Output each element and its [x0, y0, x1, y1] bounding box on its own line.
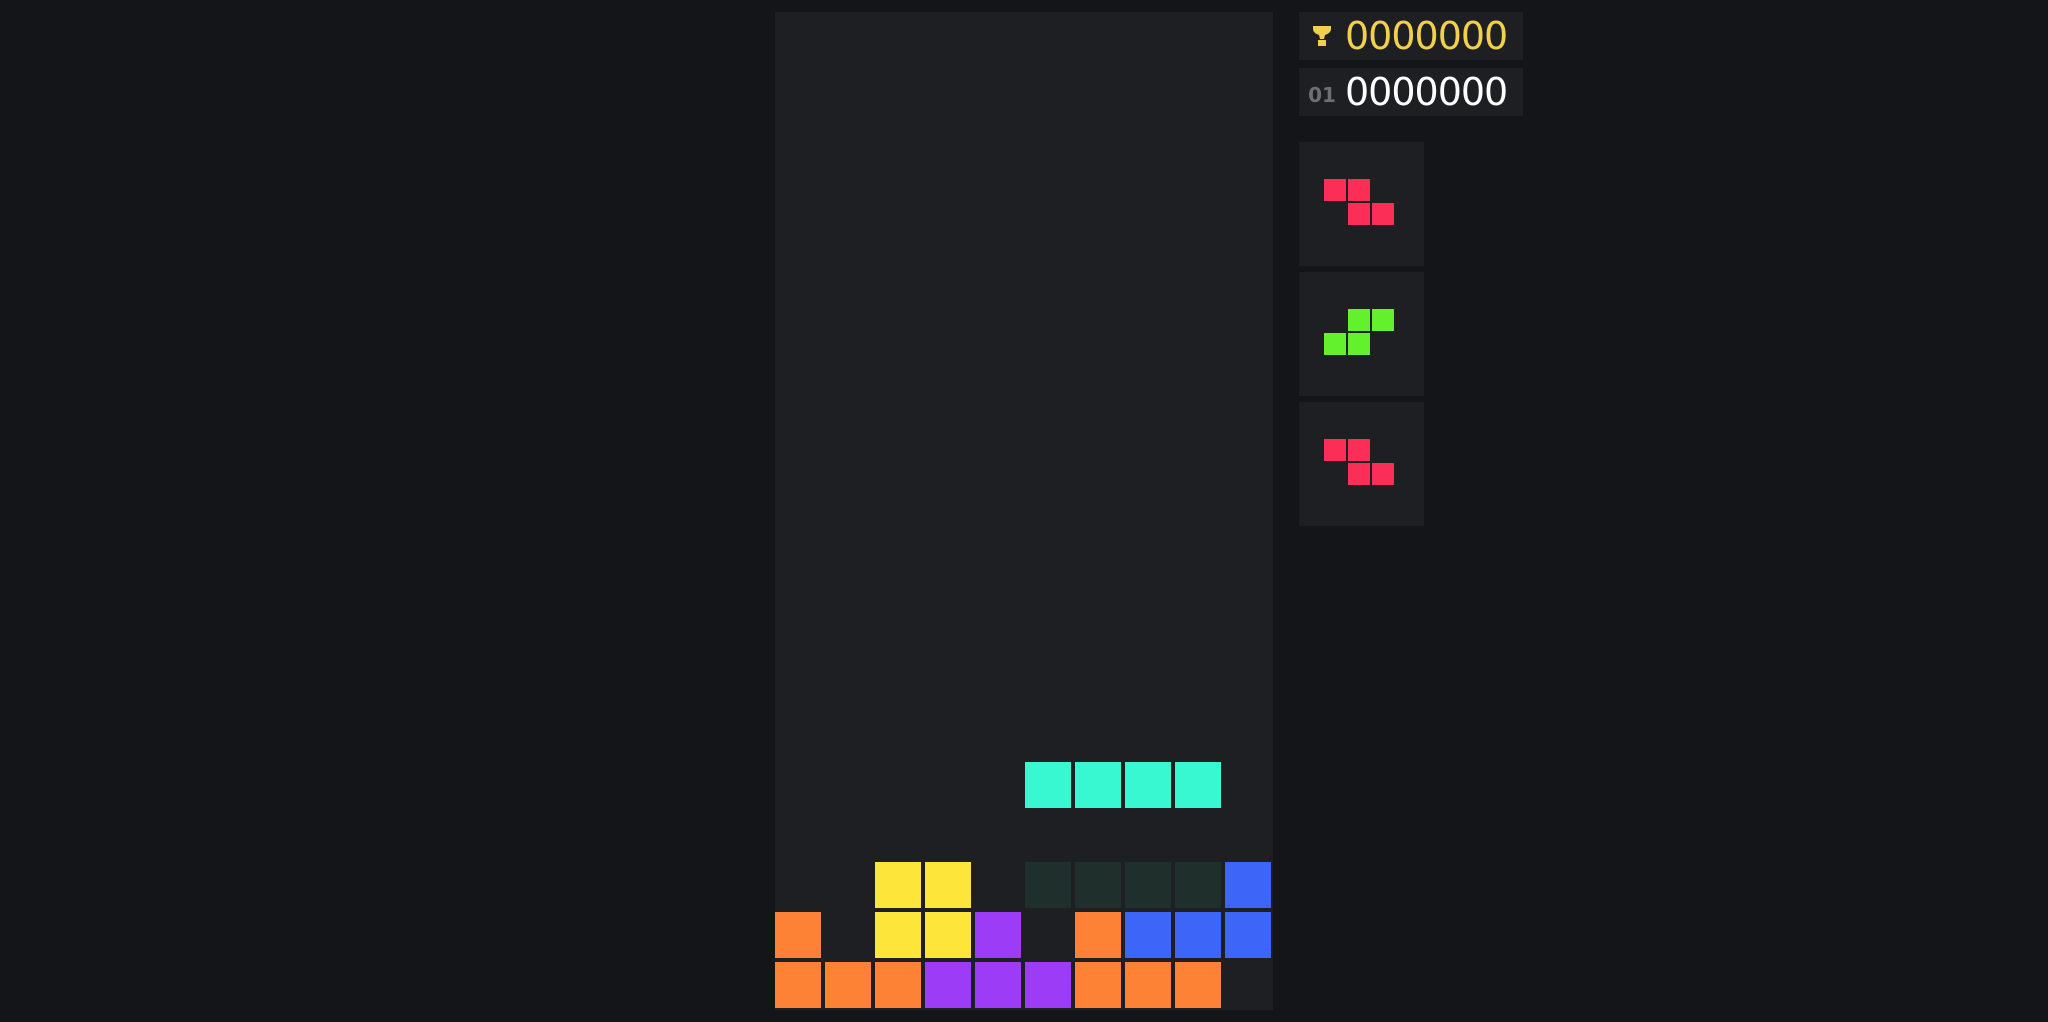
locked-cell: [975, 912, 1021, 958]
next-piece-cell: [1372, 463, 1394, 485]
locked-cell: [1225, 862, 1271, 908]
locked-cell: [925, 862, 971, 908]
next-piece-preview-3: [1299, 402, 1424, 526]
locked-cell: [775, 962, 821, 1008]
playfield[interactable]: [775, 12, 1273, 1010]
trophy-icon: [1299, 12, 1345, 60]
next-piece-cell: [1348, 179, 1370, 201]
locked-cell: [1225, 912, 1271, 958]
best-score-value: 0000000: [1345, 14, 1508, 58]
next-piece-cell: [1372, 309, 1394, 331]
active-piece-cell: [1125, 762, 1171, 808]
next-piece-cell: [1324, 179, 1346, 201]
locked-cell: [875, 862, 921, 908]
game-screen: 0000000 01 0000000: [0, 0, 2048, 1022]
best-score-panel: 0000000: [1299, 12, 1523, 60]
next-piece-cell: [1348, 439, 1370, 461]
ghost-cell: [1125, 862, 1171, 908]
next-piece-cell: [1348, 203, 1370, 225]
next-piece-preview-1: [1299, 142, 1424, 266]
next-piece-cell: [1324, 439, 1346, 461]
locked-cell: [1125, 962, 1171, 1008]
next-piece-preview-2: [1299, 272, 1424, 396]
active-piece-cell: [1075, 762, 1121, 808]
locked-cell: [1125, 912, 1171, 958]
locked-cell: [775, 912, 821, 958]
locked-cell: [975, 962, 1021, 1008]
next-piece-cell: [1348, 463, 1370, 485]
ghost-cell: [1075, 862, 1121, 908]
locked-cell: [875, 912, 921, 958]
active-piece-cell: [1025, 762, 1071, 808]
next-piece-cell: [1348, 309, 1370, 331]
locked-cell: [925, 912, 971, 958]
level-label: 01: [1308, 83, 1336, 107]
ghost-cell: [1175, 862, 1221, 908]
locked-cell: [1025, 962, 1071, 1008]
current-score-value: 0000000: [1345, 70, 1508, 114]
locked-cell: [925, 962, 971, 1008]
current-score-panel: 01 0000000: [1299, 68, 1523, 116]
locked-cell: [875, 962, 921, 1008]
next-piece-cell: [1348, 333, 1370, 355]
locked-cell: [1175, 912, 1221, 958]
locked-cell: [825, 962, 871, 1008]
locked-cell: [1075, 912, 1121, 958]
locked-cell: [1175, 962, 1221, 1008]
ghost-cell: [1025, 862, 1071, 908]
next-piece-cell: [1372, 203, 1394, 225]
next-piece-cell: [1324, 333, 1346, 355]
locked-cell: [1075, 962, 1121, 1008]
active-piece-cell: [1175, 762, 1221, 808]
